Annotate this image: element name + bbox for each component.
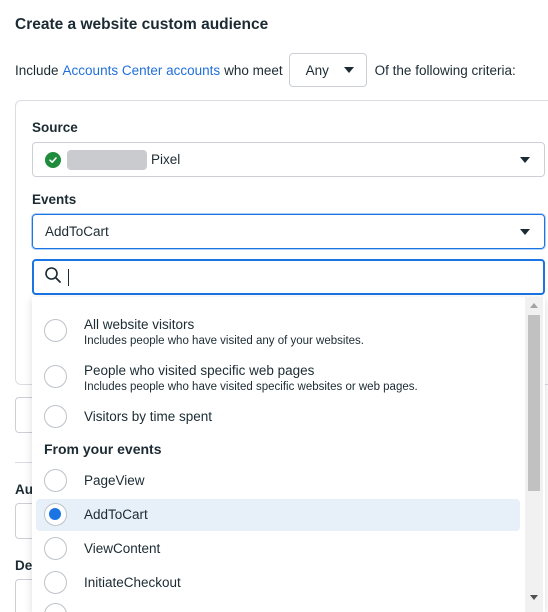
event-option-initiatecheckout[interactable]: InitiateCheckout [32,571,522,595]
source-label: Source [32,120,78,135]
source-select[interactable]: Pixel [32,142,545,177]
page-title: Create a website custom audience [15,16,269,33]
event-option-partial[interactable] [32,603,522,612]
chevron-down-icon [520,157,530,163]
option-description: Includes people who have visited any of … [84,335,364,347]
scroll-down-arrow-icon[interactable] [530,595,538,600]
option-title: People who visited specific web pages [84,363,315,378]
radio-button[interactable] [44,571,67,594]
events-select[interactable]: AddToCart [32,214,545,249]
option-description: Includes people who have visited specifi… [84,381,418,393]
event-search-input[interactable] [32,259,545,295]
event-option-viewcontent[interactable]: ViewContent [32,537,522,561]
check-circle-icon [45,151,61,168]
chevron-down-icon [343,67,354,73]
radio-button[interactable] [44,319,67,342]
event-option-pageview[interactable]: PageView [32,469,522,493]
include-prefix: Include [15,62,59,78]
events-value: AddToCart [45,224,109,239]
include-middle-text: who meet [224,62,283,78]
events-group-heading: From your events [44,441,162,457]
radio-button-selected[interactable] [44,503,67,526]
dropdown-scrollbar[interactable] [525,297,543,612]
option-visitors-by-time[interactable]: Visitors by time spent [32,405,522,429]
event-options-dropdown: All website visitors Includes people who… [32,297,545,612]
radio-button[interactable] [44,603,67,612]
radio-button[interactable] [44,365,67,388]
any-all-select[interactable]: Any [288,53,367,87]
source-value: Pixel [151,152,181,167]
redacted-pixel-name [67,149,147,170]
radio-button[interactable] [44,469,67,492]
radio-button[interactable] [44,537,67,560]
option-title: All website visitors [84,317,195,332]
option-title: PageView [84,473,145,488]
option-all-website-visitors[interactable]: All website visitors Includes people who… [32,315,522,355]
option-title: ViewContent [84,541,161,556]
any-select-value: Any [305,62,329,78]
option-title: InitiateCheckout [84,575,181,590]
option-title: AddToCart [84,507,148,522]
chevron-down-icon [520,229,530,235]
event-option-addtocart[interactable]: AddToCart [32,503,522,527]
events-label: Events [32,192,77,207]
option-title: Visitors by time spent [84,409,213,424]
accounts-center-link[interactable]: Accounts Center accounts [63,63,221,78]
text-cursor [68,268,69,286]
option-specific-web-pages[interactable]: People who visited specific web pages In… [32,361,522,401]
radio-button[interactable] [44,405,67,428]
include-suffix: Of the following criteria: [374,62,516,78]
scrollbar-thumb[interactable] [528,315,540,491]
include-criteria-row: Include Accounts Center accounts who mee… [15,53,548,87]
description-label: De [15,558,33,573]
audience-name-label: Au [15,482,33,497]
scroll-up-arrow-icon[interactable] [530,303,538,308]
search-icon [44,266,62,289]
